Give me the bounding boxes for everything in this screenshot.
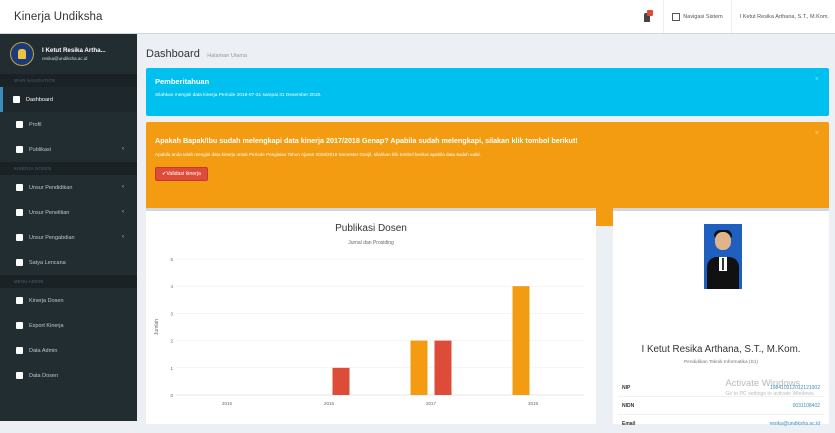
sidebar-item-label: Profil <box>29 121 42 128</box>
y-axis-label: Jumlah <box>154 319 160 335</box>
close-icon[interactable]: × <box>815 130 819 137</box>
chevron-left-icon: ‹ <box>122 146 124 152</box>
chart-title: Publikasi Dosen <box>335 223 407 234</box>
bar <box>434 340 452 395</box>
validation-text: Apabila anda telah mengisi data kinerja … <box>155 152 481 157</box>
validation-title: Apakah Bapak/Ibu sudah melengkapi data k… <box>155 136 578 145</box>
navigation-system-link[interactable]: Navigasi Sistem <box>663 0 730 33</box>
sidebar: I Ketut Resika Artha... resika@undiksha.… <box>0 34 137 421</box>
sidebar-user-email: resika@undiksha.ac.id <box>42 56 88 61</box>
export-icon <box>16 322 23 329</box>
validasi-kinerja-button[interactable]: ✔Validasi kinerja <box>155 167 208 181</box>
sidebar-item-data-dosen[interactable]: Data Dosen <box>0 363 137 388</box>
sidebar-item-label: Unsur Pengabdian <box>29 234 75 241</box>
profile-photo <box>704 224 742 289</box>
sidebar-item-label: Publikasi <box>29 146 52 153</box>
y-tick-label: 2 <box>170 339 173 344</box>
bar <box>512 286 530 395</box>
page-title: Dashboard <box>146 48 200 60</box>
sidebar-item-unsur-pendidikan[interactable]: Unsur Pendidikan ‹ <box>0 175 137 200</box>
nip-label: NIP <box>622 385 631 391</box>
chevron-left-icon: ‹ <box>122 184 124 190</box>
y-tick-label: 4 <box>170 284 173 289</box>
x-tick-label: 2015 <box>222 401 233 406</box>
app-logo-area[interactable]: Kinerja Undiksha <box>0 0 137 34</box>
email-value: resika@undiksha.ac.id <box>769 421 820 427</box>
notification-title: Pemberitahuan <box>155 77 210 86</box>
chevron-left-icon: ‹ <box>122 209 124 215</box>
user-icon <box>16 121 23 128</box>
notification-bell-icon[interactable] <box>643 9 654 24</box>
section-kinerja-dosen: KINERJA DOSEN <box>0 162 137 175</box>
sidebar-user-panel: I Ketut Resika Artha... resika@undiksha.… <box>0 34 137 74</box>
y-tick-label: 5 <box>170 257 173 262</box>
email-label: Email <box>622 421 636 427</box>
sidebar-item-label: Unsur Pendidikan <box>29 184 73 191</box>
users-icon <box>16 372 23 379</box>
validasi-kinerja-label: Validasi kinerja <box>166 171 201 177</box>
medal-icon <box>16 259 23 266</box>
university-icon <box>16 297 23 304</box>
user-menu-label: I Ketut Resika Arthana, S.T., M.Kom. <box>739 13 829 20</box>
sidebar-item-label: Satya Lencana <box>29 259 66 266</box>
activate-windows-watermark: Activate Windows Go to PC settings to ac… <box>725 378 815 397</box>
sidebar-item-label: Unsur Penelitian <box>29 209 70 216</box>
top-navbar: Navigasi Sistem I Ketut Resika Arthana, … <box>137 0 835 34</box>
university-logo <box>10 42 34 66</box>
x-tick-label: 2018 <box>528 401 539 406</box>
users-icon <box>16 347 23 354</box>
sidebar-item-label: Kinerja Dosen <box>29 297 64 304</box>
sidebar-item-publikasi[interactable]: Publikasi ‹ <box>0 137 137 162</box>
home-icon <box>13 96 20 103</box>
sidebar-item-dashboard[interactable]: Dashboard <box>0 87 137 112</box>
y-tick-label: 3 <box>170 311 173 316</box>
sidebar-item-label: Dashboard <box>26 96 53 103</box>
section-menu-admin: MENU ADMIN <box>0 275 137 288</box>
table-icon <box>16 146 23 153</box>
publikasi-chart: Publikasi Dosen Jurnal dan Prosiding Jumla… <box>154 223 584 406</box>
close-icon[interactable]: × <box>815 76 819 83</box>
sidebar-item-label: Data Dosen <box>29 372 59 379</box>
watermark-title: Activate Windows <box>725 378 801 389</box>
hand-icon <box>16 234 23 241</box>
profile-department: Pendidikan Teknik Informatika (S1) <box>683 360 759 365</box>
page-header: Dashboard Halaman Utama <box>146 44 247 62</box>
app-title: Kinerja Undiksha <box>14 10 103 23</box>
bar <box>332 367 350 395</box>
notification-text: Silahkan mengisi data kinerja Periode 20… <box>155 93 322 98</box>
y-tick-label: 1 <box>170 366 173 371</box>
user-menu[interactable]: I Ketut Resika Arthana, S.T., M.Kom. <box>730 0 835 33</box>
section-main-navigation: MAIN NAVIGATION <box>0 74 137 87</box>
chevron-left-icon: ‹ <box>122 234 124 240</box>
sidebar-item-unsur-penelitian[interactable]: Unsur Penelitian ‹ <box>0 200 137 225</box>
sidebar-item-export-kinerja[interactable]: Export Kinerja <box>0 313 137 338</box>
profile-row-nidn: NIDN 0031108402 <box>618 397 824 415</box>
sidebar-item-kinerja-dosen[interactable]: Kinerja Dosen <box>0 288 137 313</box>
sidebar-item-label: Export Kinerja <box>29 322 64 329</box>
publikasi-chart-box: Publikasi Dosen Jurnal dan Prosiding Jumla… <box>146 208 596 424</box>
profile-name: I Ketut Resika Arthana, S.T., M.Kom. <box>641 344 801 355</box>
nidn-value: 0031108402 <box>792 403 820 409</box>
sidebar-item-unsur-pengabdian[interactable]: Unsur Pengabdian ‹ <box>0 225 137 250</box>
book-icon <box>16 209 23 216</box>
sidebar-item-profil[interactable]: Profil <box>0 112 137 137</box>
y-tick-label: 0 <box>170 393 173 398</box>
main-content: Dashboard Halaman Utama Pemberitahuan Si… <box>137 34 835 433</box>
x-tick-label: 2016 <box>324 401 335 406</box>
sidebar-item-satya-lencana[interactable]: Satya Lencana <box>0 250 137 275</box>
sidebar-item-data-admin[interactable]: Data Admin <box>0 338 137 363</box>
watermark-subtitle: Go to PC settings to activate Windows. <box>725 391 815 397</box>
nidn-label: NIDN <box>622 403 635 409</box>
sidebar-user-name: I Ketut Resika Artha... <box>42 47 106 54</box>
notification-callout: Pemberitahuan Silahkan mengisi data kine… <box>146 68 829 116</box>
graduation-cap-icon <box>16 184 23 191</box>
bar <box>410 340 428 395</box>
grid-icon <box>672 12 681 21</box>
profile-row-email: Email resika@undiksha.ac.id <box>618 415 824 433</box>
chart-subtitle: Jurnal dan Prosiding <box>348 240 394 246</box>
page-subtitle: Halaman Utama <box>207 53 248 59</box>
navigation-system-label: Navigasi Sistem <box>683 13 723 20</box>
sidebar-item-label: Data Admin <box>29 347 58 354</box>
x-tick-label: 2017 <box>426 401 437 406</box>
